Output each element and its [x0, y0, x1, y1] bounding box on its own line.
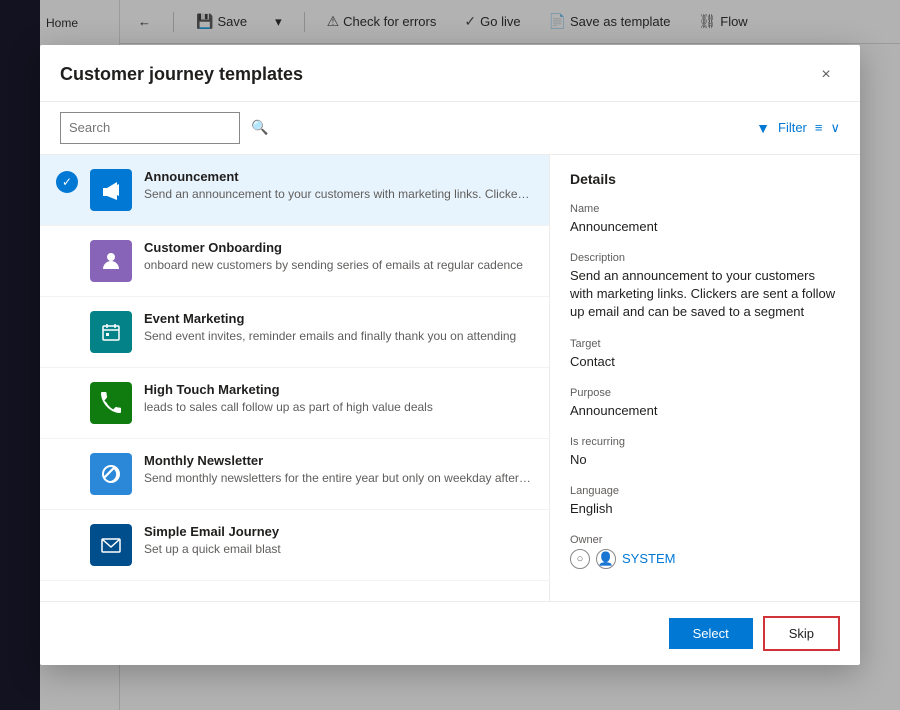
simple-email-text: Simple Email Journey Set up a quick emai…: [144, 524, 533, 556]
selected-check-icon: ✓: [56, 171, 78, 193]
empty-check-5: [56, 524, 78, 546]
close-button[interactable]: ×: [812, 61, 840, 89]
chevron-down-icon: ∨: [830, 120, 840, 136]
dialog-footer: Select Skip: [40, 601, 860, 665]
dialog: Customer journey templates × 🔍 ▼ Filter …: [40, 45, 860, 666]
detail-target-label: Target: [570, 338, 840, 350]
detail-target-value: Contact: [570, 353, 840, 371]
detail-recurring-field: Is recurring No: [570, 436, 840, 469]
dialog-body: ✓ Announcement Send an announcement to y…: [40, 155, 860, 602]
search-input[interactable]: [69, 120, 245, 135]
detail-language-field: Language English: [570, 485, 840, 518]
customer-onboarding-icon: [90, 240, 132, 282]
template-item-monthly-newsletter[interactable]: Monthly Newsletter Send monthly newslett…: [40, 439, 549, 510]
detail-name-field: Name Announcement: [570, 203, 840, 236]
event-marketing-name: Event Marketing: [144, 311, 533, 326]
dialog-header: Customer journey templates ×: [40, 45, 860, 102]
template-item-simple-email[interactable]: Simple Email Journey Set up a quick emai…: [40, 510, 549, 581]
detail-target-field: Target Contact: [570, 338, 840, 371]
announcement-icon: [90, 169, 132, 211]
detail-language-value: English: [570, 500, 840, 518]
select-button[interactable]: Select: [669, 618, 753, 649]
detail-language-label: Language: [570, 485, 840, 497]
detail-recurring-label: Is recurring: [570, 436, 840, 448]
event-marketing-desc: Send event invites, reminder emails and …: [144, 329, 533, 343]
announcement-desc: Send an announcement to your customers w…: [144, 187, 533, 201]
customer-onboarding-name: Customer Onboarding: [144, 240, 533, 255]
event-marketing-text: Event Marketing Send event invites, remi…: [144, 311, 533, 343]
template-list: ✓ Announcement Send an announcement to y…: [40, 155, 550, 602]
skip-button[interactable]: Skip: [763, 616, 840, 651]
dialog-toolbar: 🔍 ▼ Filter ≡ ∨: [40, 102, 860, 155]
details-panel: Details Name Announcement Description Se…: [550, 155, 860, 602]
monthly-newsletter-icon: [90, 453, 132, 495]
high-touch-desc: leads to sales call follow up as part of…: [144, 400, 533, 414]
detail-description-value: Send an announcement to your customers w…: [570, 267, 840, 322]
details-heading: Details: [570, 171, 840, 187]
detail-purpose-value: Announcement: [570, 402, 840, 420]
template-item-high-touch[interactable]: High Touch Marketing leads to sales call…: [40, 368, 549, 439]
detail-recurring-value: No: [570, 451, 840, 469]
empty-check-3: [56, 382, 78, 404]
template-item-event-marketing[interactable]: Event Marketing Send event invites, remi…: [40, 297, 549, 368]
detail-owner-value[interactable]: SYSTEM: [622, 550, 675, 568]
monthly-newsletter-name: Monthly Newsletter: [144, 453, 533, 468]
announcement-text: Announcement Send an announcement to you…: [144, 169, 533, 201]
customer-onboarding-text: Customer Onboarding onboard new customer…: [144, 240, 533, 272]
simple-email-desc: Set up a quick email blast: [144, 542, 533, 556]
filter-icon: ▼: [756, 120, 770, 136]
high-touch-icon: [90, 382, 132, 424]
detail-name-label: Name: [570, 203, 840, 215]
owner-person-icon: 👤: [596, 549, 616, 569]
template-item-announcement[interactable]: ✓ Announcement Send an announcement to y…: [40, 155, 549, 226]
event-marketing-icon: [90, 311, 132, 353]
detail-purpose-label: Purpose: [570, 387, 840, 399]
monthly-newsletter-text: Monthly Newsletter Send monthly newslett…: [144, 453, 533, 485]
detail-owner-label: Owner: [570, 534, 840, 546]
modal-overlay: Customer journey templates × 🔍 ▼ Filter …: [0, 0, 900, 710]
high-touch-name: High Touch Marketing: [144, 382, 533, 397]
customer-onboarding-desc: onboard new customers by sending series …: [144, 258, 533, 272]
announcement-name: Announcement: [144, 169, 533, 184]
detail-description-label: Description: [570, 252, 840, 264]
simple-email-icon: [90, 524, 132, 566]
owner-row: ○ 👤 SYSTEM: [570, 549, 840, 569]
owner-circle-icon: ○: [570, 549, 590, 569]
search-box[interactable]: 🔍: [60, 112, 240, 144]
empty-check-1: [56, 240, 78, 262]
high-touch-text: High Touch Marketing leads to sales call…: [144, 382, 533, 414]
filter-button[interactable]: ▼ Filter ≡ ∨: [756, 120, 840, 136]
empty-check-4: [56, 453, 78, 475]
simple-email-name: Simple Email Journey: [144, 524, 533, 539]
empty-check-2: [56, 311, 78, 333]
detail-purpose-field: Purpose Announcement: [570, 387, 840, 420]
monthly-newsletter-desc: Send monthly newsletters for the entire …: [144, 471, 533, 485]
detail-description-field: Description Send an announcement to your…: [570, 252, 840, 322]
dialog-title: Customer journey templates: [60, 64, 303, 85]
detail-owner-field: Owner ○ 👤 SYSTEM: [570, 534, 840, 569]
detail-name-value: Announcement: [570, 218, 840, 236]
sort-icon: ≡: [815, 120, 823, 135]
template-item-customer-onboarding[interactable]: Customer Onboarding onboard new customer…: [40, 226, 549, 297]
search-icon[interactable]: 🔍: [251, 119, 268, 136]
